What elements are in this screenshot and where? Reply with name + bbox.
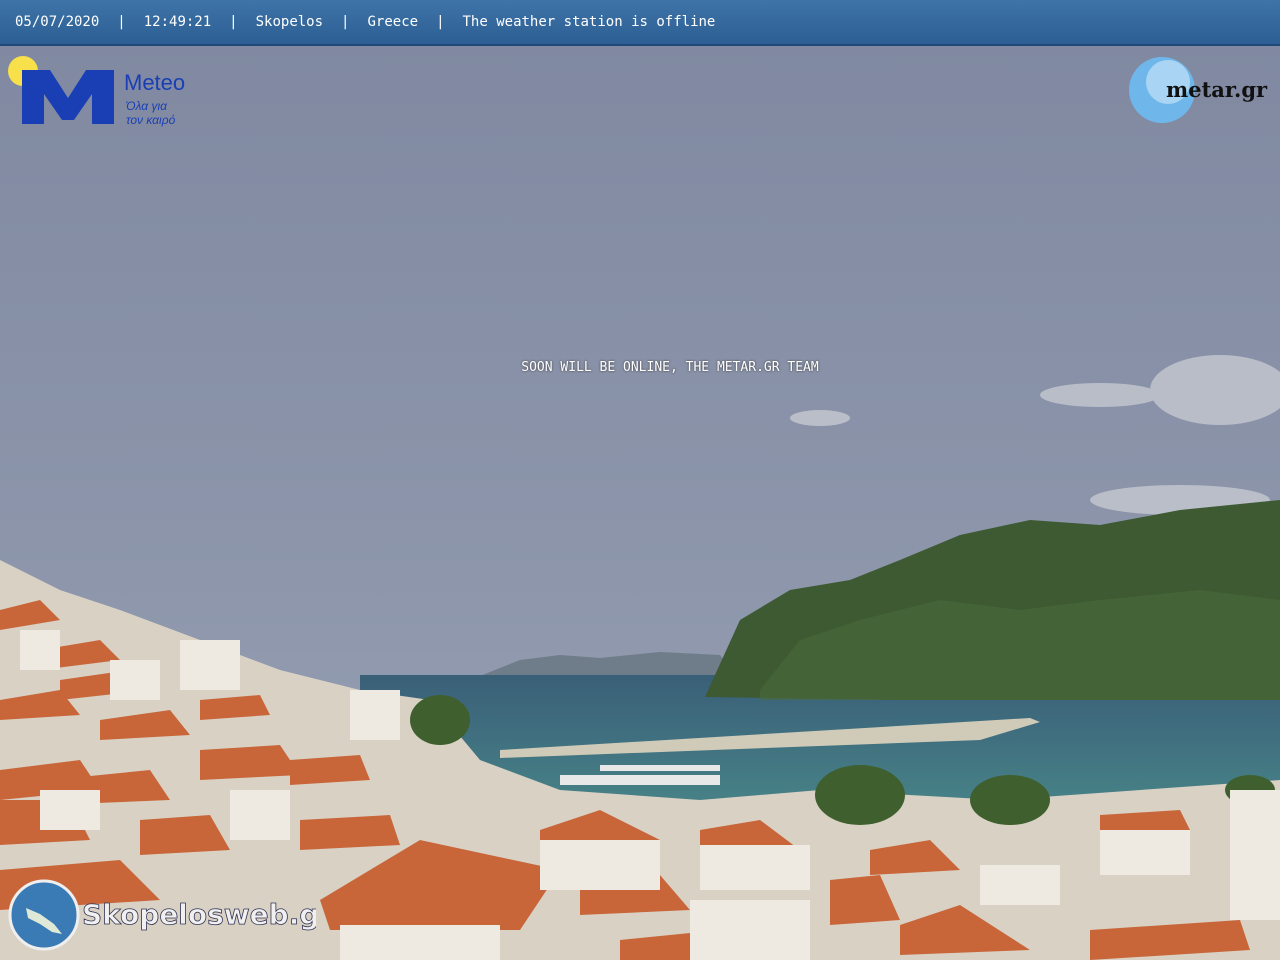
meteo-tagline-2: τον καιρό bbox=[126, 113, 176, 127]
meteo-name: Meteo bbox=[124, 70, 185, 95]
separator: | bbox=[117, 14, 126, 30]
metar-name: metar.gr bbox=[1166, 77, 1268, 102]
separator: | bbox=[341, 14, 350, 30]
metar-logo[interactable]: metar.gr bbox=[1128, 54, 1274, 126]
location-text: Skopelos bbox=[255, 14, 324, 30]
separator: | bbox=[436, 14, 445, 30]
time-text: 12:49:21 bbox=[143, 14, 212, 30]
meteo-tagline-1: Όλα για bbox=[125, 99, 168, 113]
meteo-m-icon bbox=[22, 70, 114, 124]
date-text: 05/07/2020 bbox=[15, 14, 100, 30]
skopelosweb-logo[interactable]: Skopelosweb.gr bbox=[6, 878, 316, 952]
skopelosweb-name: Skopelosweb.gr bbox=[82, 898, 316, 931]
island-icon bbox=[8, 879, 80, 951]
country-text: Greece bbox=[367, 14, 419, 30]
station-status-text: The weather station is offline bbox=[462, 14, 716, 30]
meteo-logo[interactable]: Meteo Όλα για τον καιρό bbox=[6, 54, 206, 132]
status-bar: 05/07/2020 | 12:49:21 | Skopelos | Greec… bbox=[0, 0, 1280, 46]
webcam-image bbox=[0, 0, 1280, 960]
separator: | bbox=[229, 14, 238, 30]
overlay-message: SOON WILL BE ONLINE, THE METAR.GR TEAM bbox=[521, 360, 819, 375]
